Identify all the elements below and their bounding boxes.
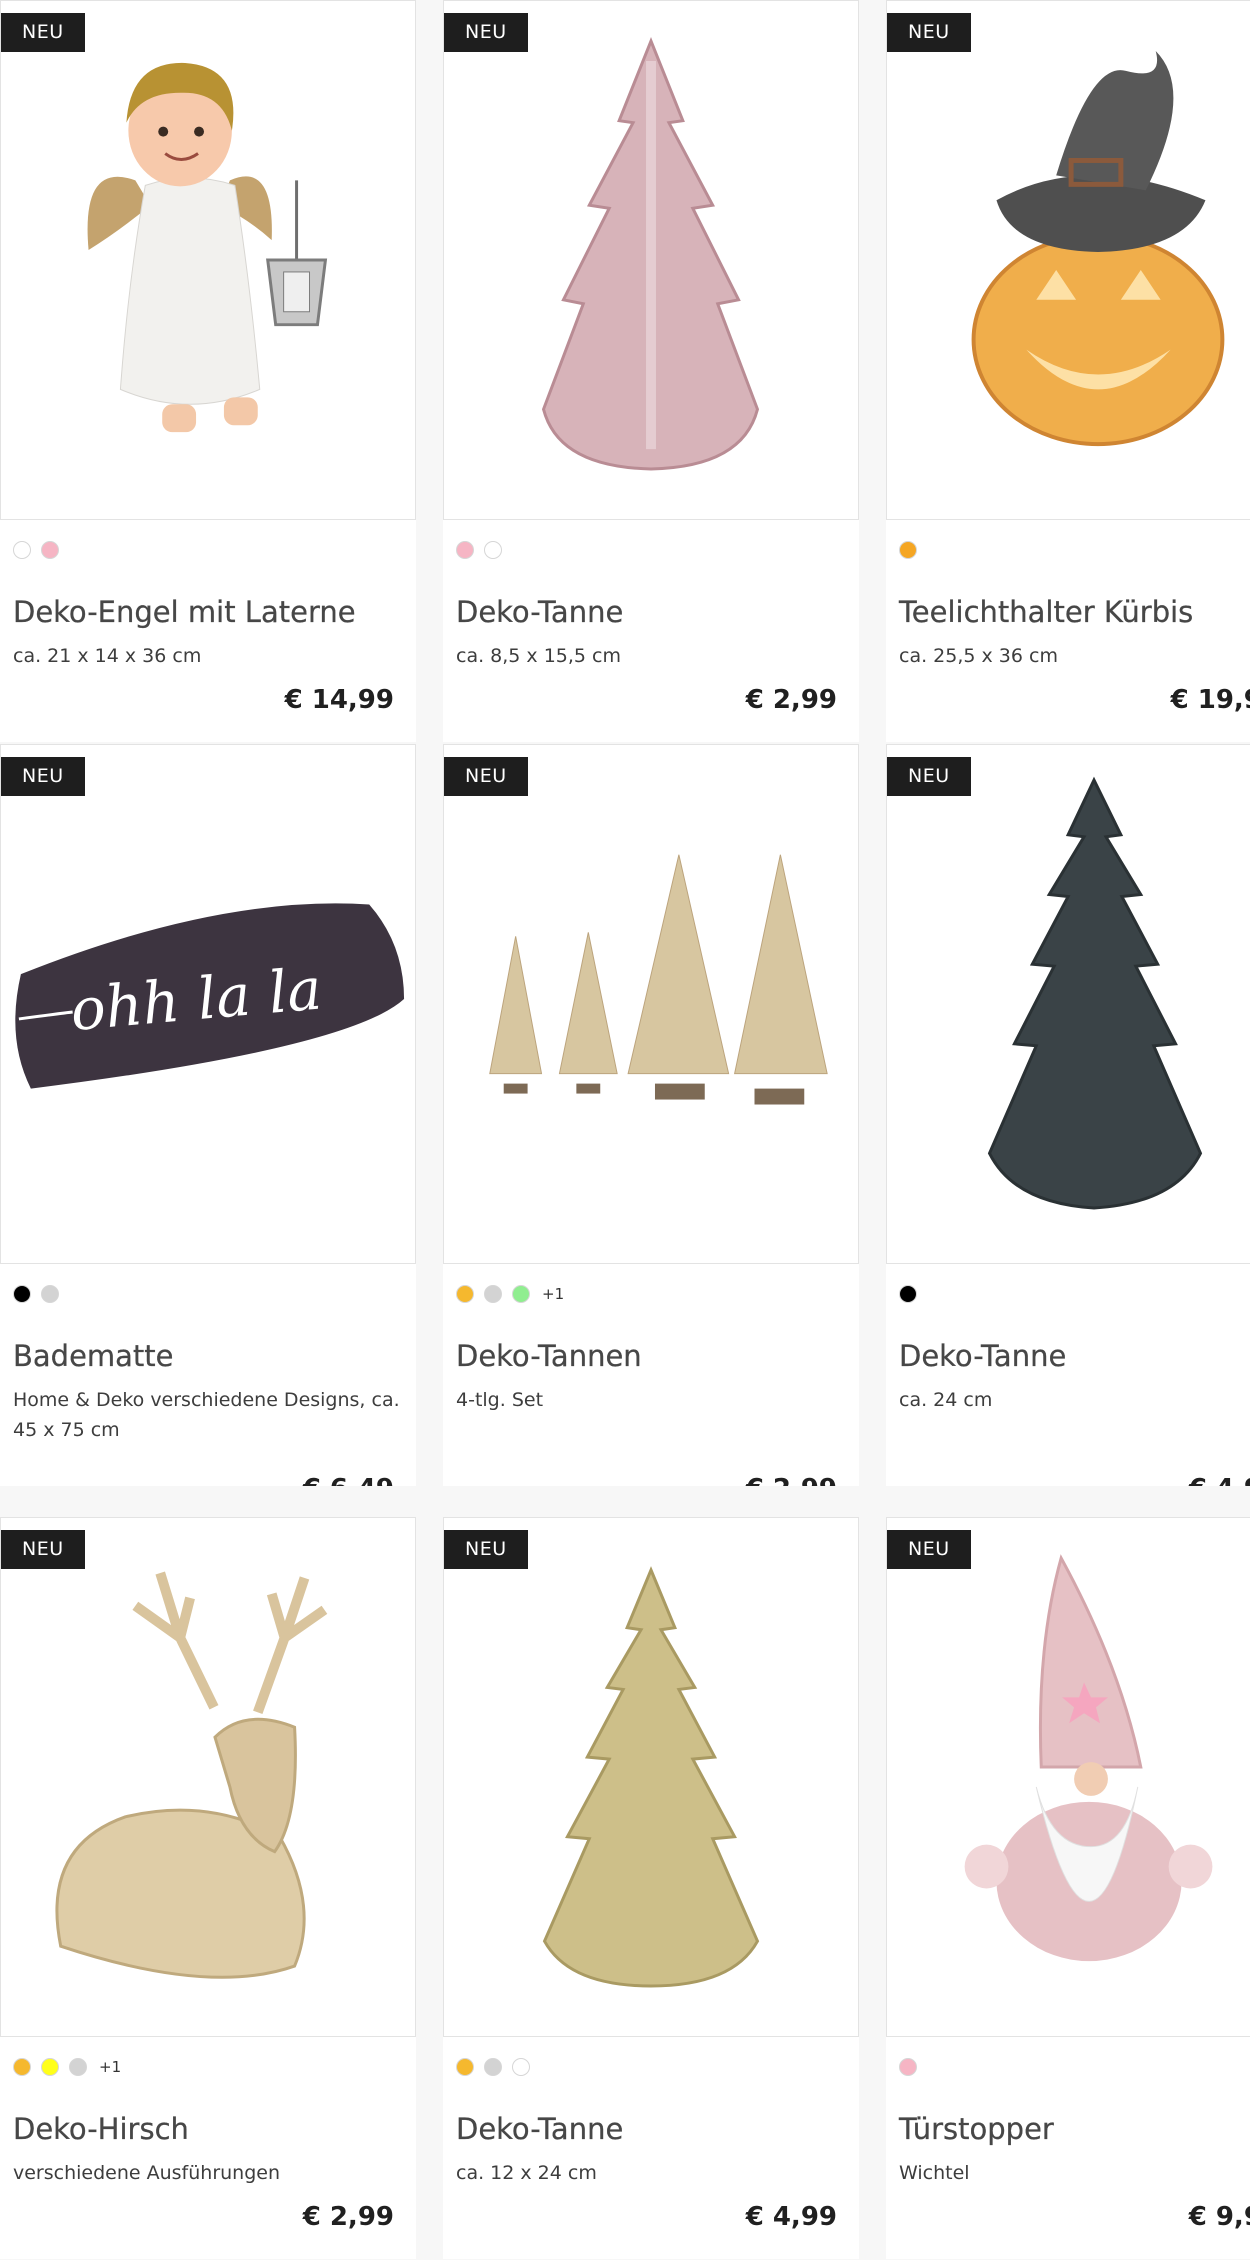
product-title[interactable]: Deko-Hirsch [13,2110,403,2148]
color-swatches [899,2055,917,2079]
product-subtitle: verschiedene Ausführungen [13,2162,281,2184]
color-swatch-orange[interactable] [899,541,917,559]
color-swatches [899,1282,917,1306]
gnome-doorstop-icon [964,1554,1213,1962]
color-swatch-gold[interactable] [456,1285,474,1303]
product-subtitle: 4-tlg. Set [456,1389,544,1411]
product-card-angel[interactable]: NEU Deko-Engel mit Laterne ca. 21 x 14 x… [0,0,416,742]
deer-figurine-icon [55,1571,328,1979]
product-title[interactable]: Deko-Engel mit Laterne [13,593,403,631]
product-price: € 14,99 [284,685,394,715]
color-swatch-pink[interactable] [899,2058,917,2076]
color-swatch-grey[interactable] [484,2058,502,2076]
product-price: € 9,99 [1188,2202,1250,2232]
product-subtitle: ca. 21 x 14 x 36 cm [13,645,202,667]
new-badge: NEU [444,13,528,52]
product-price: € 2,99 [746,1472,837,1486]
product-price: € 2,99 [302,2202,394,2232]
color-swatch-green[interactable] [512,1285,530,1303]
new-badge: NEU [887,13,971,52]
product-title[interactable]: Deko-Tanne [456,593,846,631]
new-badge: NEU [1,13,85,52]
dark-tree-icon [987,776,1203,1210]
product-title[interactable]: Badematte [13,1337,403,1375]
color-swatch-pink[interactable] [41,541,59,559]
product-image[interactable]: NEU [443,744,859,1264]
bath-mat-icon: ohh la la [15,903,405,1089]
color-swatches [456,538,502,562]
color-swatch-gold[interactable] [456,2058,474,2076]
product-title[interactable]: Deko-Tanne [456,2110,846,2148]
product-subtitle: ca. 8,5 x 15,5 cm [456,645,622,667]
new-badge: NEU [1,1530,85,1569]
product-card-dark-tree[interactable]: NEU Deko-Tanne ca. 24 cm € 4,99 [886,744,1250,1486]
new-badge: NEU [1,757,85,796]
product-image[interactable]: NEU [0,0,416,520]
color-swatch-gold[interactable] [13,2058,31,2076]
color-swatches: +1 [13,2055,121,2079]
product-subtitle: Home & Deko verschiedene Designs, ca. 45… [13,1389,400,1441]
product-price: € 2,99 [745,685,837,715]
product-grid: NEU Deko-Engel mit Laterne ca. 21 x 14 x… [0,0,1250,2260]
product-image[interactable]: NEU ohh la la [0,744,416,1264]
color-swatches: +1 [456,1282,564,1306]
product-image[interactable]: NEU [0,1517,416,2037]
product-price: € 4,99 [1189,1472,1250,1486]
new-badge: NEU [444,757,528,796]
new-badge: NEU [887,757,971,796]
product-price: € 6,49 [303,1472,394,1486]
color-swatches [13,538,59,562]
color-swatch-white[interactable] [512,2058,530,2076]
tree-set-icon [489,854,828,1105]
more-colors[interactable]: +1 [542,1285,564,1303]
more-colors[interactable]: +1 [99,2058,121,2076]
angel-figurine-icon [87,62,328,433]
color-swatch-grey[interactable] [41,1285,59,1303]
gold-tree-icon [542,1566,760,1988]
color-swatch-grey[interactable] [484,1285,502,1303]
color-swatch-grey[interactable] [69,2058,87,2076]
product-title[interactable]: Deko-Tanne [899,1337,1250,1375]
product-image[interactable]: NEU [886,744,1250,1264]
product-title[interactable]: Teelichthalter Kürbis [899,593,1250,631]
new-badge: NEU [887,1530,971,1569]
product-card-bath-mat[interactable]: NEU ohh la la Badematte Home & Deko vers… [0,744,416,1486]
product-image[interactable]: NEU [443,1517,859,2037]
new-badge: NEU [444,1530,528,1569]
product-card-tree-set[interactable]: NEU +1 Deko-Tannen 4-tlg. Set € 2, [443,744,859,1486]
product-image[interactable]: NEU [886,1517,1250,2037]
color-swatches [899,538,917,562]
product-price: € 4,99 [745,2202,837,2232]
product-subtitle: Wichtel [899,2162,970,2184]
product-subtitle: ca. 25,5 x 36 cm [899,645,1058,667]
product-card-gold-tree[interactable]: NEU Deko-Tanne ca. 12 x 24 cm € 4,99 [443,1517,859,2259]
color-swatch-white[interactable] [484,541,502,559]
color-swatches [456,2055,530,2079]
product-card-pink-tree[interactable]: NEU Deko-Tanne ca. 8,5 x 15,5 cm € 2,99 [443,0,859,742]
product-title[interactable]: Deko-Tannen [456,1337,846,1375]
product-subtitle: ca. 24 cm [899,1389,993,1411]
pumpkin-lantern-icon [971,51,1225,447]
product-card-pumpkin[interactable]: NEU Teelichthalter Kürbis ca. 25,5 x 36 … [886,0,1250,742]
color-swatch-pink[interactable] [456,541,474,559]
product-price: € 19,99 [1170,685,1250,715]
product-image[interactable]: NEU [886,0,1250,520]
product-subtitle: ca. 12 x 24 cm [456,2162,597,2184]
color-swatch-white[interactable] [13,541,31,559]
product-card-gnome[interactable]: NEU Türstopper Wichtel € 9,99 [886,1517,1250,2259]
product-card-deer[interactable]: NEU +1 Deko-Hirsch verschiedene Ausführu… [0,1517,416,2259]
color-swatch-black[interactable] [13,1285,31,1303]
color-swatch-yellow[interactable] [41,2058,59,2076]
color-swatch-black[interactable] [899,1285,917,1303]
color-swatches [13,1282,59,1306]
pink-tree-icon [541,37,760,471]
product-image[interactable]: NEU [443,0,859,520]
product-title[interactable]: Türstopper [899,2110,1250,2148]
